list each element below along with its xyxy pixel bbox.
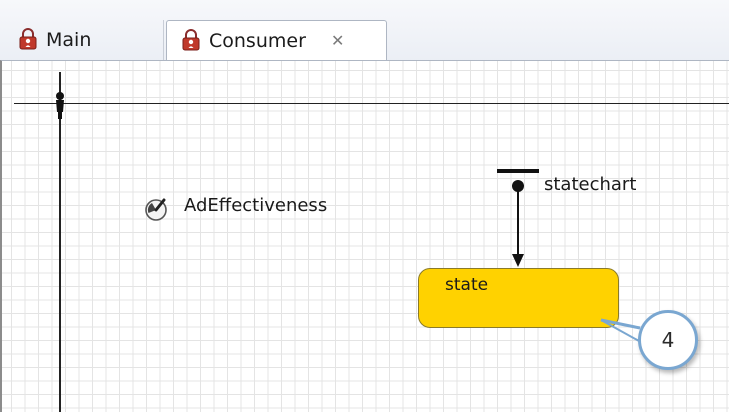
origin-marker-icon <box>56 92 64 119</box>
parameter-icon <box>145 198 167 221</box>
canvas-x-axis <box>14 103 729 104</box>
canvas-y-axis <box>59 72 61 412</box>
callout-badge: 4 <box>638 310 698 370</box>
state-label: state <box>445 275 489 295</box>
state-element[interactable]: state <box>418 268 619 328</box>
agent-editor-window: Main Consumer ✕ AdEffectiveness statecha… <box>0 0 729 412</box>
agent-lock-icon <box>19 28 37 50</box>
statechart-label: statechart <box>544 174 637 195</box>
tab-main[interactable]: Main <box>8 20 164 61</box>
close-icon[interactable]: ✕ <box>331 21 344 61</box>
tab-consumer-label: Consumer <box>209 30 306 52</box>
graphical-editor-canvas[interactable] <box>0 60 729 412</box>
statechart-entry-icon[interactable] <box>495 166 541 270</box>
parameter-label: AdEffectiveness <box>184 195 328 216</box>
tab-main-label: Main <box>46 29 92 51</box>
agent-lock-icon <box>182 29 200 51</box>
tab-consumer[interactable]: Consumer ✕ <box>166 20 387 61</box>
